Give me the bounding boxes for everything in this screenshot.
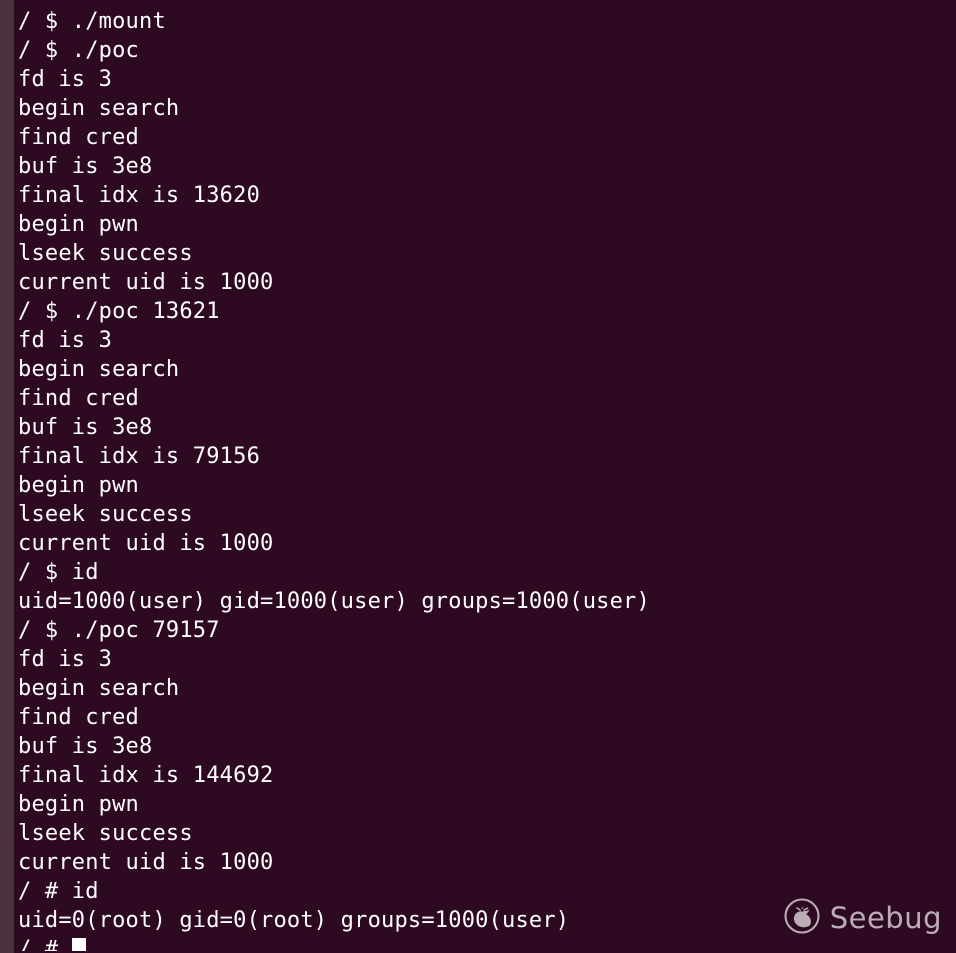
terminal-line: lseek success (18, 821, 193, 846)
terminal-line: buf is 3e8 (18, 415, 153, 440)
terminal-cursor (71, 938, 86, 951)
terminal-line: find cred (18, 386, 140, 411)
terminal-line: buf is 3e8 (18, 154, 153, 179)
terminal-line: find cred (18, 705, 140, 730)
terminal-line: begin search (18, 96, 180, 121)
terminal-line: fd is 3 (18, 67, 113, 92)
terminal-line: current uid is 1000 (18, 270, 274, 295)
terminal-line: final idx is 13620 (18, 183, 261, 208)
terminal-line: fd is 3 (18, 328, 113, 353)
terminal-line: begin search (18, 676, 180, 701)
terminal-line: final idx is 79156 (18, 444, 261, 469)
terminal-line: / $ ./poc (18, 38, 140, 63)
terminal-line: current uid is 1000 (18, 850, 274, 875)
terminal-line: begin pwn (18, 212, 140, 237)
terminal-prompt: / # (18, 937, 72, 951)
terminal-line: fd is 3 (18, 647, 113, 672)
terminal-line: final idx is 144692 (18, 763, 274, 788)
terminal-line: / # id (18, 879, 99, 904)
terminal-line: / $ ./poc 13621 (18, 299, 220, 324)
terminal-line: / $ id (18, 560, 99, 585)
terminal-line: uid=0(root) gid=0(root) groups=1000(user… (18, 908, 570, 933)
terminal-line: lseek success (18, 241, 193, 266)
terminal-line: lseek success (18, 502, 193, 527)
terminal-line: current uid is 1000 (18, 531, 274, 556)
terminal-line: uid=1000(user) gid=1000(user) groups=100… (18, 589, 650, 614)
terminal-output-area[interactable]: / $ ./mount / $ ./poc fd is 3 begin search f… (0, 0, 956, 953)
terminal-line: buf is 3e8 (18, 734, 153, 759)
terminal-line: begin pwn (18, 792, 140, 817)
terminal-line: find cred (18, 125, 140, 150)
terminal-left-gutter (0, 0, 14, 953)
terminal-line: begin pwn (18, 473, 140, 498)
terminal-window[interactable]: / $ ./mount / $ ./poc fd is 3 begin search f… (0, 0, 956, 953)
terminal-prompt-line[interactable]: / # (0, 935, 956, 951)
terminal-line: begin search (18, 357, 180, 382)
terminal-line: / $ ./poc 79157 (18, 618, 220, 643)
terminal-line: / $ ./mount (18, 9, 166, 34)
